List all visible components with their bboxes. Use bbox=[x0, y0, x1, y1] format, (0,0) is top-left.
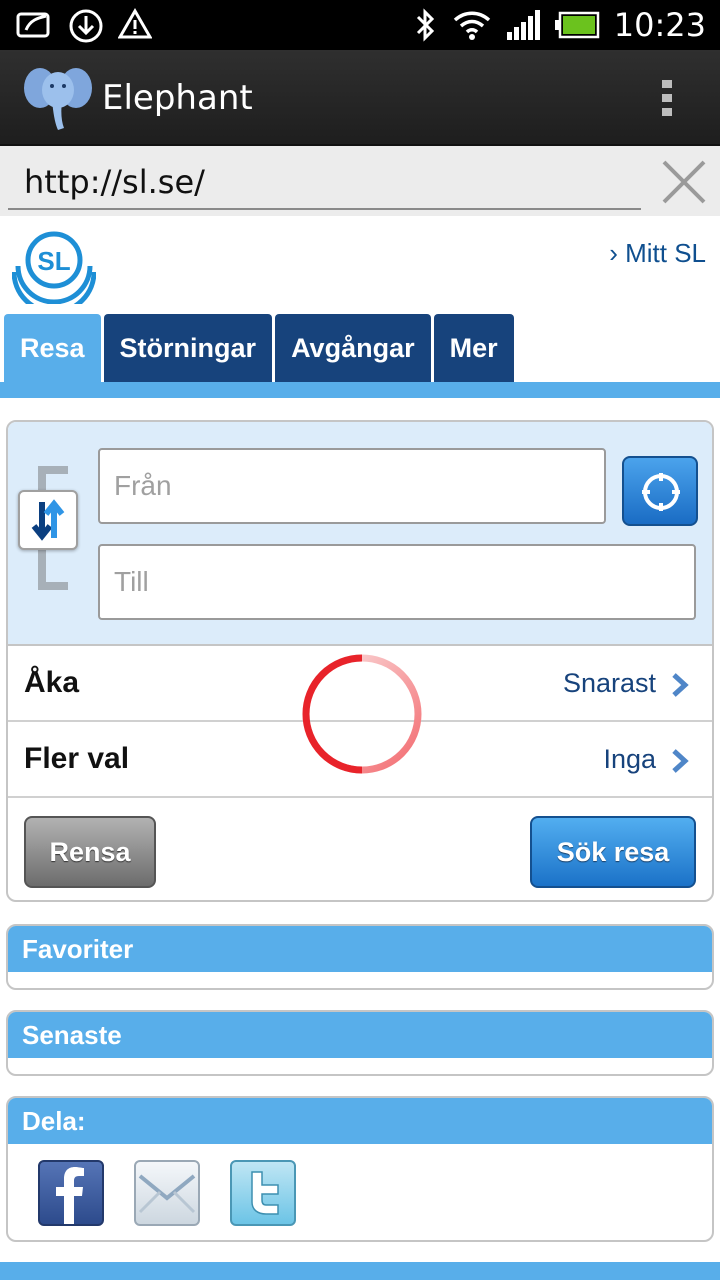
swap-button[interactable] bbox=[18, 490, 78, 550]
url-input[interactable] bbox=[8, 156, 641, 210]
tab-bar: Resa Störningar Avgångar Mer bbox=[4, 314, 514, 382]
clear-button[interactable]: Rensa bbox=[24, 816, 156, 888]
url-bar bbox=[0, 146, 720, 216]
elephant-logo-icon bbox=[24, 68, 92, 130]
close-icon[interactable] bbox=[660, 158, 708, 206]
option-label: Fler val bbox=[24, 742, 130, 775]
tab-storningar[interactable]: Störningar bbox=[103, 314, 273, 382]
site-header: SL › Mitt SL bbox=[0, 216, 720, 316]
mail-icon[interactable] bbox=[134, 1160, 200, 1226]
favorites-panel[interactable]: Favoriter bbox=[6, 924, 714, 990]
sl-logo-text: SL bbox=[37, 246, 70, 276]
bottom-bar bbox=[0, 1262, 720, 1280]
share-panel: Dela: bbox=[6, 1096, 714, 1242]
panel-title: Dela: bbox=[8, 1098, 712, 1144]
to-input[interactable] bbox=[98, 544, 696, 620]
option-label: Åka bbox=[24, 666, 80, 699]
warning-icon bbox=[118, 8, 152, 39]
panel-title: Favoriter bbox=[8, 926, 712, 972]
sync-icon bbox=[16, 12, 50, 38]
tab-avgangar[interactable]: Avgångar bbox=[275, 314, 431, 382]
sl-logo-icon[interactable]: SL bbox=[12, 226, 96, 304]
swap-arrows-icon bbox=[31, 499, 65, 541]
trip-inputs bbox=[8, 422, 712, 646]
mitt-sl-link[interactable]: › Mitt SL bbox=[609, 238, 706, 269]
facebook-icon[interactable] bbox=[38, 1160, 104, 1226]
from-input[interactable] bbox=[98, 448, 606, 524]
option-value: Snarast bbox=[562, 668, 656, 698]
status-bar: 10:23 bbox=[0, 0, 720, 50]
chevron-right-icon bbox=[672, 749, 689, 773]
app-title: Elephant bbox=[102, 78, 253, 118]
option-value: Inga bbox=[603, 744, 656, 774]
app-bar: Elephant bbox=[0, 50, 720, 146]
loading-spinner-icon bbox=[302, 654, 422, 774]
tab-mer[interactable]: Mer bbox=[433, 314, 514, 382]
tab-resa[interactable]: Resa bbox=[4, 314, 101, 382]
panel-title: Senaste bbox=[8, 1012, 712, 1058]
battery-icon bbox=[554, 11, 600, 39]
crosshair-icon bbox=[642, 473, 680, 511]
tab-underline bbox=[0, 382, 720, 398]
clock-time: 10:23 bbox=[613, 6, 706, 44]
share-icons bbox=[38, 1160, 296, 1226]
download-icon bbox=[69, 9, 103, 43]
chevron-right-icon bbox=[672, 673, 689, 697]
search-trip-button[interactable]: Sök resa bbox=[530, 816, 696, 888]
trip-planner: Åka Snarast Fler val Inga Rensa Sök resa bbox=[6, 420, 714, 902]
recent-panel[interactable]: Senaste bbox=[6, 1010, 714, 1076]
locate-button[interactable] bbox=[622, 456, 698, 526]
wifi-icon bbox=[453, 11, 490, 40]
bluetooth-icon bbox=[416, 8, 434, 42]
overflow-menu-icon[interactable] bbox=[662, 80, 672, 120]
twitter-icon[interactable] bbox=[230, 1160, 296, 1226]
signal-icon bbox=[506, 10, 540, 40]
